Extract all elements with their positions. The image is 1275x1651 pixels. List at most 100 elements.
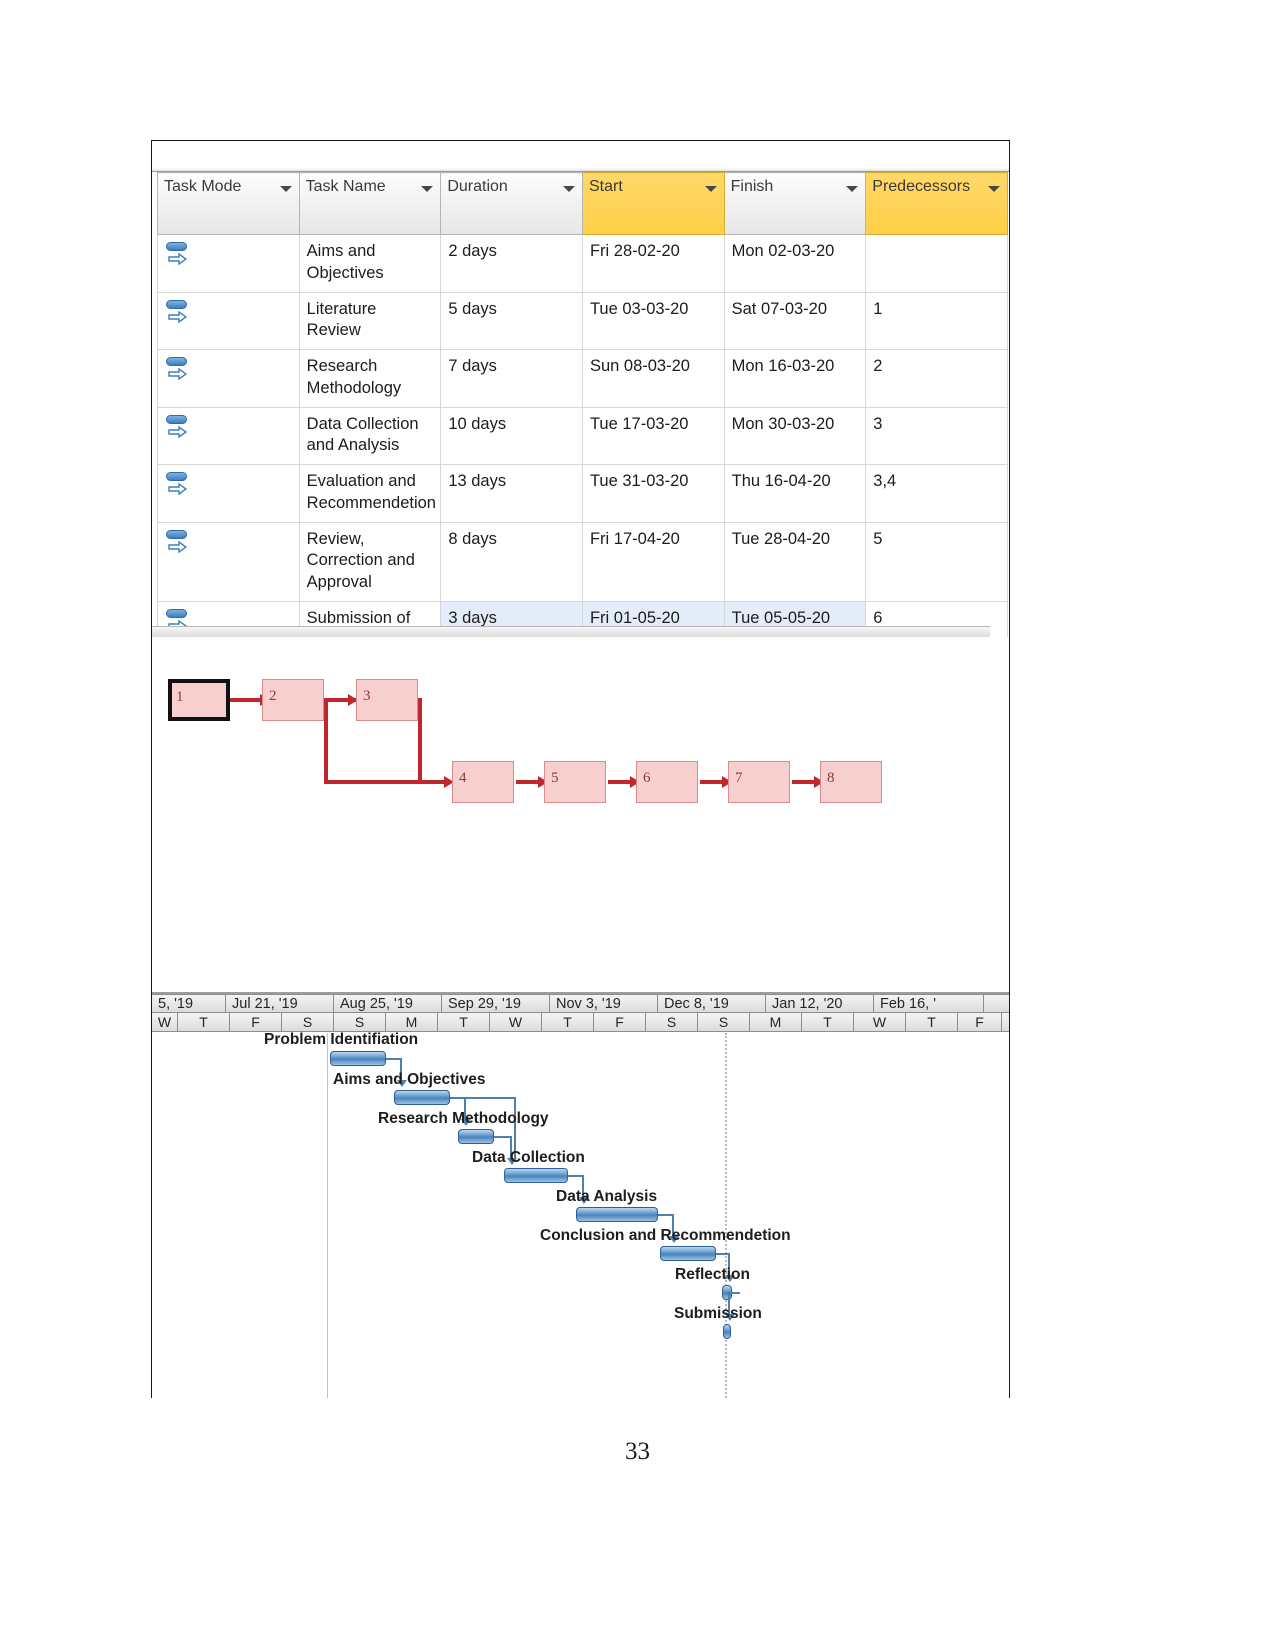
timescale-day-cell[interactable]: T [802,1013,854,1031]
timescale-day-cell[interactable]: T [178,1013,230,1031]
cell-duration[interactable]: 2 days [440,234,583,293]
timescale-day-cell[interactable]: W [854,1013,906,1031]
cell-duration[interactable]: 5 days [440,291,583,351]
cell-duration[interactable]: 13 days [440,464,583,523]
cell-predecessors[interactable] [865,234,1008,293]
cell-predecessors[interactable]: 5 [865,521,1008,602]
gantt-bar[interactable] [394,1090,450,1105]
auto-scheduled-icon [165,241,191,267]
timescale-day-cell[interactable]: M [750,1013,802,1031]
timescale-day-cell[interactable]: F [594,1013,646,1031]
timescale-day-cell[interactable]: F [958,1013,1002,1031]
cell-task-name[interactable]: Evaluation and Recommendetion [298,464,442,523]
timescale-major-cell[interactable]: Feb 16, ' [874,995,984,1012]
filter-dropdown-icon[interactable] [562,186,575,192]
cell-finish[interactable]: Mon 02-03-20 [723,234,867,293]
network-node-1[interactable]: 1 [168,679,230,721]
timescale-major-cell[interactable]: Sep 29, '19 [442,995,550,1012]
gantt-bar[interactable] [458,1129,494,1144]
network-node-6[interactable]: 6 [636,761,698,803]
cell-start[interactable]: Tue 31-03-20 [581,464,725,523]
timescale-day-cell[interactable]: W [152,1013,178,1031]
table-row[interactable]: Data Collection and Analysis 10 days Tue… [157,406,1008,466]
cell-duration[interactable]: 8 days [440,521,583,602]
column-header-task-name[interactable]: Task Name [298,172,442,235]
filter-dropdown-icon[interactable] [704,186,717,192]
timescale-day-cell[interactable]: T [906,1013,958,1031]
cell-task-mode[interactable] [157,464,300,523]
filter-dropdown-icon[interactable] [421,186,434,192]
auto-scheduled-icon [165,356,191,382]
timescale-day-cell[interactable]: T [438,1013,490,1031]
cell-task-name[interactable]: Data Collection and Analysis [298,406,442,466]
cell-finish[interactable]: Thu 16-04-20 [723,464,867,523]
network-link-3-4-vertical [418,698,422,780]
cell-start[interactable]: Tue 03-03-20 [581,291,725,351]
cell-predecessors[interactable]: 1 [865,291,1008,351]
filter-dropdown-icon[interactable] [846,186,859,192]
gantt-bar[interactable] [576,1207,658,1222]
gantt-bar[interactable] [723,1324,731,1339]
network-node-7[interactable]: 7 [728,761,790,803]
table-row[interactable]: Evaluation and Recommendetion 13 days Tu… [157,464,1008,523]
gantt-bar[interactable] [660,1246,716,1261]
cell-task-mode[interactable] [157,521,300,602]
cell-task-mode[interactable] [157,349,300,408]
gantt-bar[interactable] [504,1168,568,1183]
cell-task-mode[interactable] [157,291,300,351]
network-node-5[interactable]: 5 [544,761,606,803]
timescale-major-cell[interactable]: Jul 21, '19 [226,995,334,1012]
network-node-8[interactable]: 8 [820,761,882,803]
gantt-body: Problem Identifiation Aims and Objective… [152,1031,1009,1398]
network-link-2-4-vertical [324,698,328,784]
timescale-day-cell[interactable]: S [646,1013,698,1031]
cell-task-name[interactable]: Aims and Objectives [298,234,442,293]
cell-duration[interactable]: 10 days [440,406,583,466]
filter-dropdown-icon[interactable] [279,186,292,192]
network-node-3[interactable]: 3 [356,679,418,721]
auto-scheduled-icon [165,529,191,555]
column-header-predecessors[interactable]: Predecessors [865,172,1008,235]
timescale-major-cell[interactable]: Aug 25, '19 [334,995,442,1012]
gantt-bar[interactable] [330,1051,386,1066]
cell-finish[interactable]: Mon 30-03-20 [723,406,867,466]
cell-duration[interactable]: 7 days [440,349,583,408]
timescale-day-cell[interactable]: T [542,1013,594,1031]
network-node-4[interactable]: 4 [452,761,514,803]
cell-start[interactable]: Fri 28-02-20 [581,234,725,293]
timescale-day-cell[interactable]: S [282,1013,334,1031]
cell-task-name[interactable]: Review, Correction and Approval [298,521,442,602]
timescale-day-cell[interactable]: S [334,1013,386,1031]
cell-task-name[interactable]: Literature Review [298,291,442,351]
filter-dropdown-icon[interactable] [988,186,1000,192]
column-header-finish[interactable]: Finish [723,172,867,235]
cell-start[interactable]: Tue 17-03-20 [581,406,725,466]
table-row[interactable]: Research Methodology 7 days Sun 08-03-20… [157,349,1008,408]
cell-predecessors[interactable]: 3 [865,406,1008,466]
timescale-major-cell[interactable]: Dec 8, '19 [658,995,766,1012]
table-row[interactable]: Aims and Objectives 2 days Fri 28-02-20 … [157,234,1008,293]
timescale-major-cell[interactable]: Jan 12, '20 [766,995,874,1012]
cell-task-name[interactable]: Research Methodology [298,349,442,408]
cell-finish[interactable]: Tue 28-04-20 [723,521,867,602]
timescale-major-cell[interactable]: 5, '19 [152,995,226,1012]
column-header-task-mode[interactable]: Task Mode [157,172,300,235]
cell-task-mode[interactable] [157,234,300,293]
timescale-day-cell[interactable]: W [490,1013,542,1031]
cell-predecessors[interactable]: 3,4 [865,464,1008,523]
timescale-day-cell[interactable]: F [230,1013,282,1031]
timescale-day-cell[interactable]: S [698,1013,750,1031]
timescale-major-cell[interactable]: Nov 3, '19 [550,995,658,1012]
cell-finish[interactable]: Mon 16-03-20 [723,349,867,408]
cell-start[interactable]: Sun 08-03-20 [581,349,725,408]
column-header-start[interactable]: Start [581,172,725,235]
network-node-2[interactable]: 2 [262,679,324,721]
timescale-day-cell[interactable]: M [386,1013,438,1031]
column-header-duration[interactable]: Duration [440,172,583,235]
cell-task-mode[interactable] [157,406,300,466]
cell-finish[interactable]: Sat 07-03-20 [723,291,867,351]
cell-predecessors[interactable]: 2 [865,349,1008,408]
cell-start[interactable]: Fri 17-04-20 [581,521,725,602]
table-row[interactable]: Literature Review 5 days Tue 03-03-20 Sa… [157,291,1008,351]
table-row[interactable]: Review, Correction and Approval 8 days F… [157,521,1008,602]
